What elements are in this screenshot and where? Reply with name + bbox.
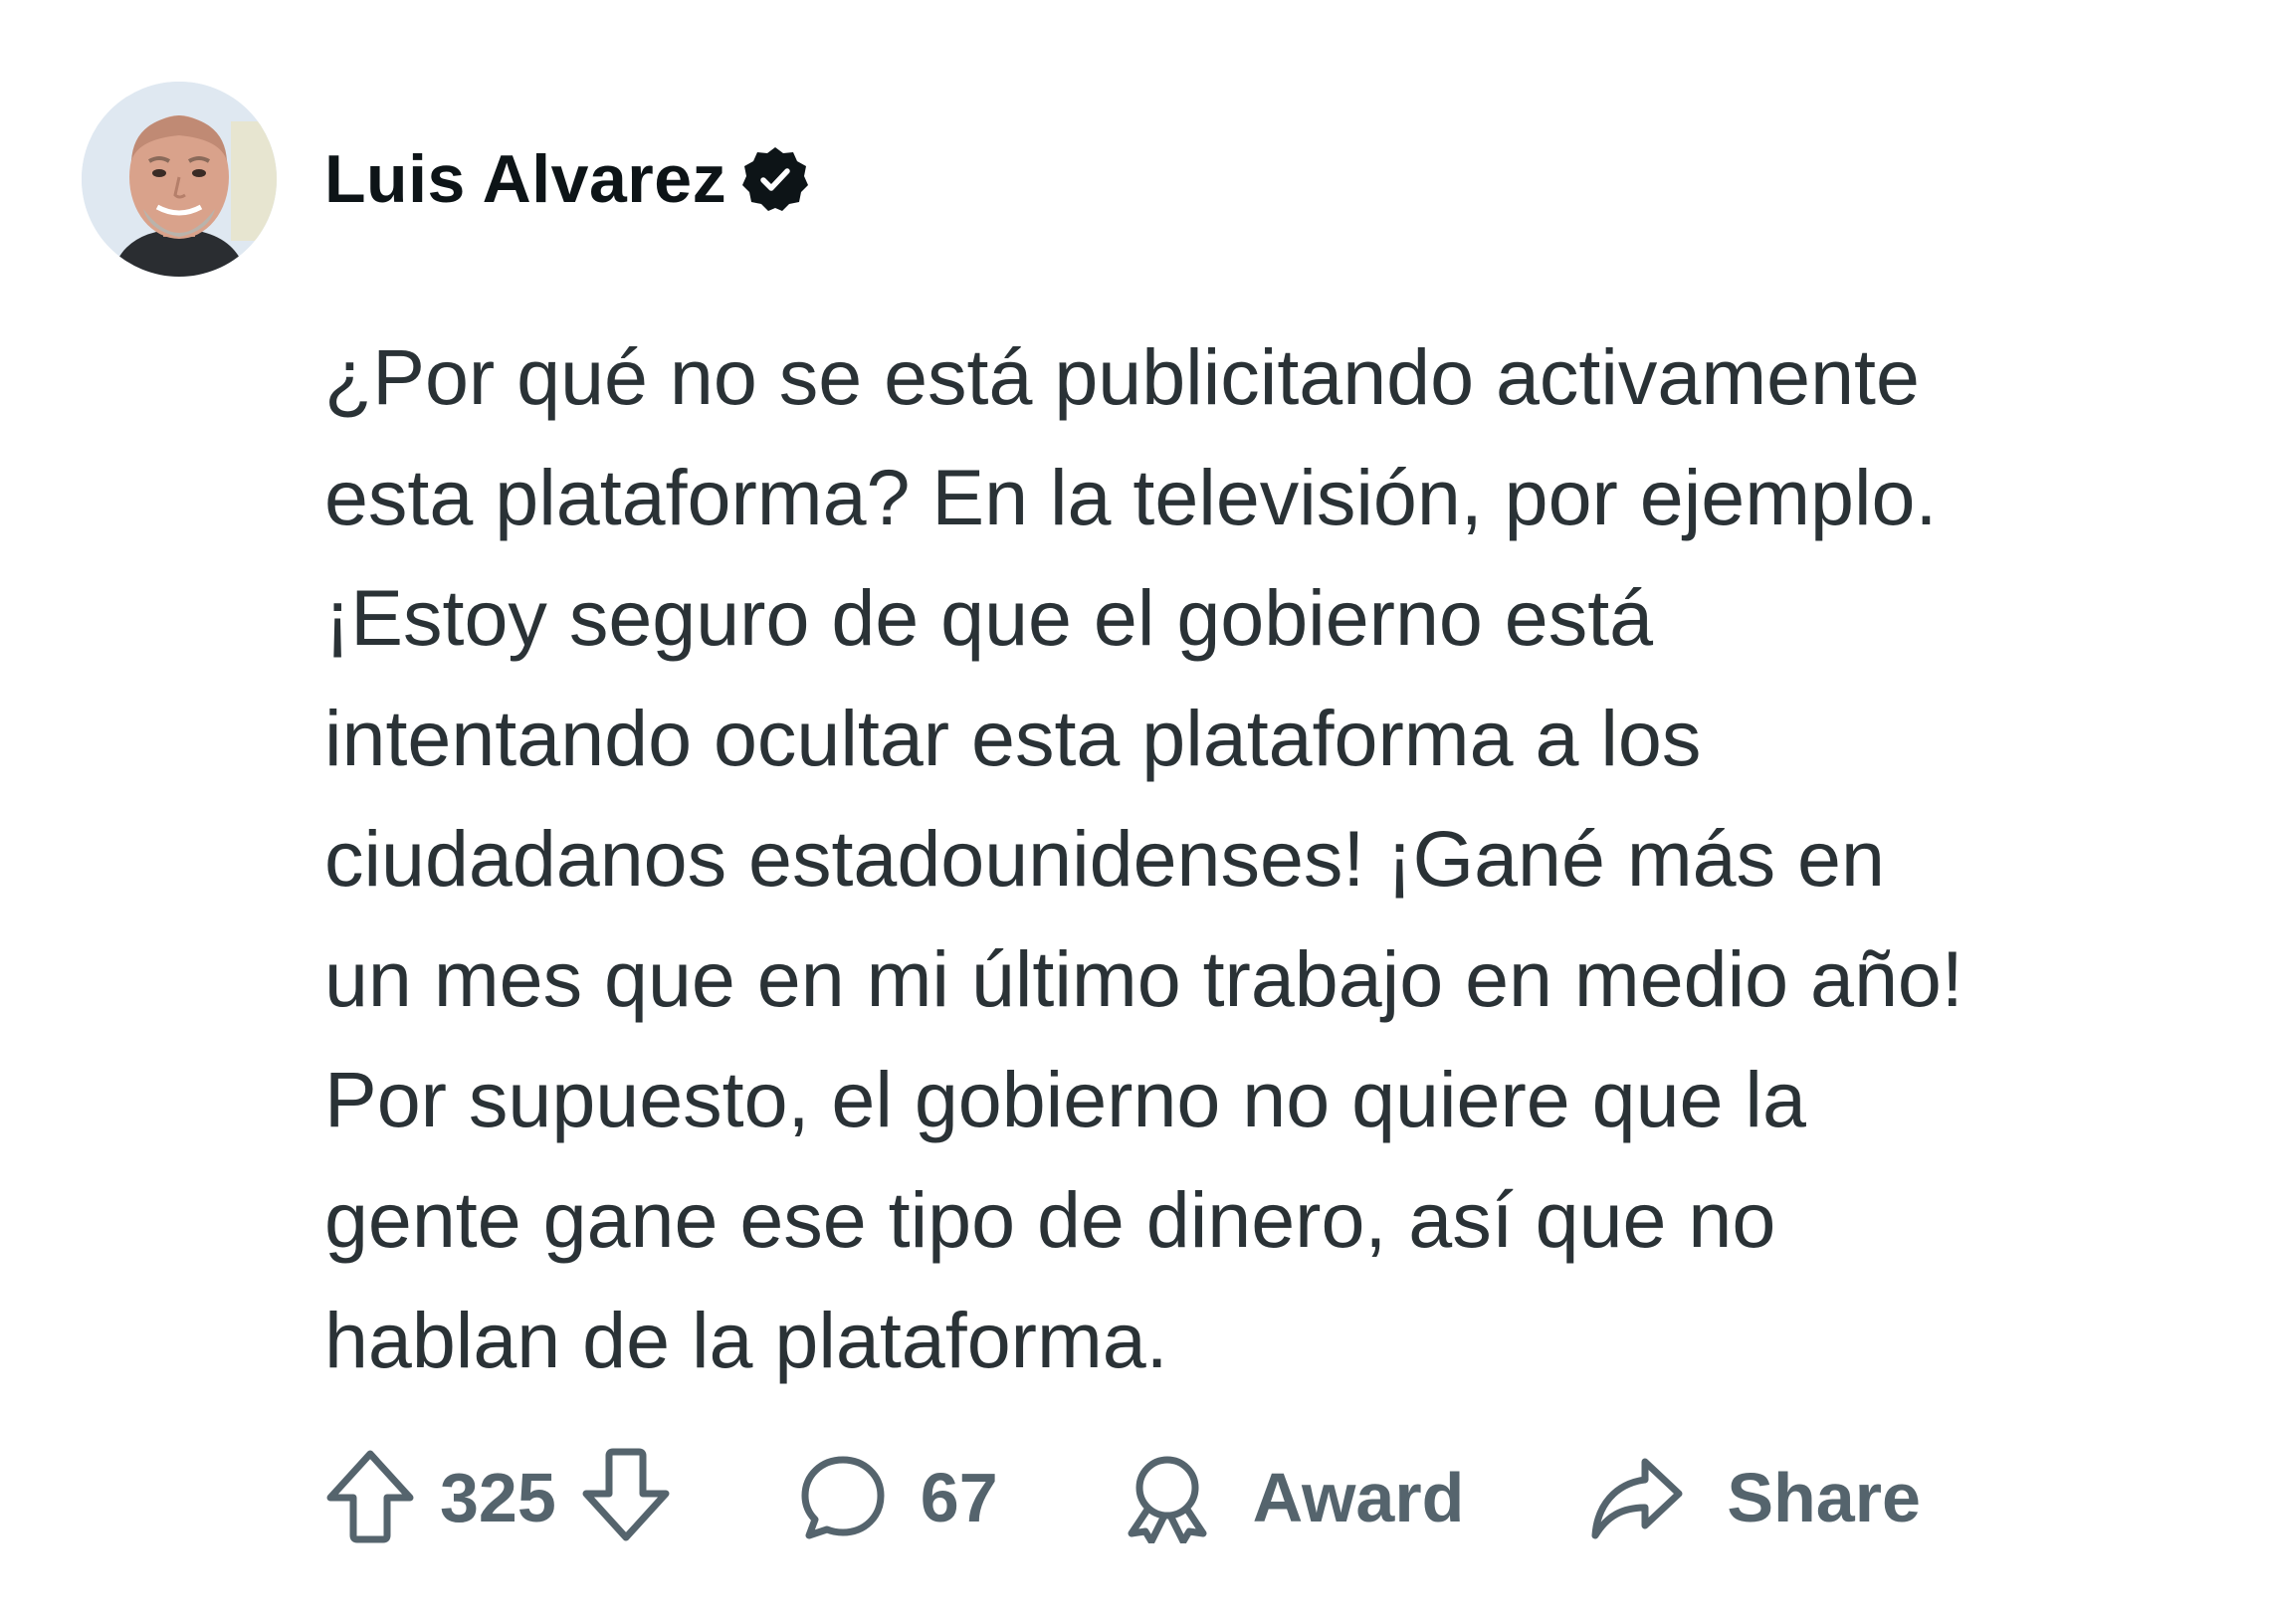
post-body: ¿Por qué no se está publicitando activam… <box>324 332 1963 1384</box>
comment-count: 67 <box>920 1459 998 1536</box>
comment-icon <box>797 1452 889 1543</box>
arrow-down-icon <box>580 1448 672 1548</box>
arrow-up-icon <box>324 1448 416 1548</box>
share-button[interactable]: Share <box>1589 1454 1921 1541</box>
downvote-button[interactable] <box>580 1448 672 1548</box>
verified-badge-icon <box>740 144 810 214</box>
action-bar: 325 67 Award Share <box>324 1443 1921 1552</box>
author-row: Luis Alvarez <box>324 131 810 227</box>
award-button[interactable]: Award <box>1124 1452 1465 1543</box>
comments-button[interactable]: 67 <box>797 1452 998 1543</box>
author-name[interactable]: Luis Alvarez <box>324 140 726 218</box>
avatar-image <box>82 82 277 277</box>
avatar[interactable] <box>82 82 277 277</box>
vote-group: 325 <box>324 1448 672 1548</box>
award-label: Award <box>1252 1459 1465 1536</box>
award-icon <box>1124 1452 1211 1543</box>
post-card: Luis Alvarez ¿Por qué no se está publici… <box>0 0 2269 1624</box>
upvote-button[interactable] <box>324 1448 416 1548</box>
share-icon <box>1589 1454 1685 1541</box>
vote-count: 325 <box>440 1459 556 1536</box>
share-label: Share <box>1727 1459 1921 1536</box>
